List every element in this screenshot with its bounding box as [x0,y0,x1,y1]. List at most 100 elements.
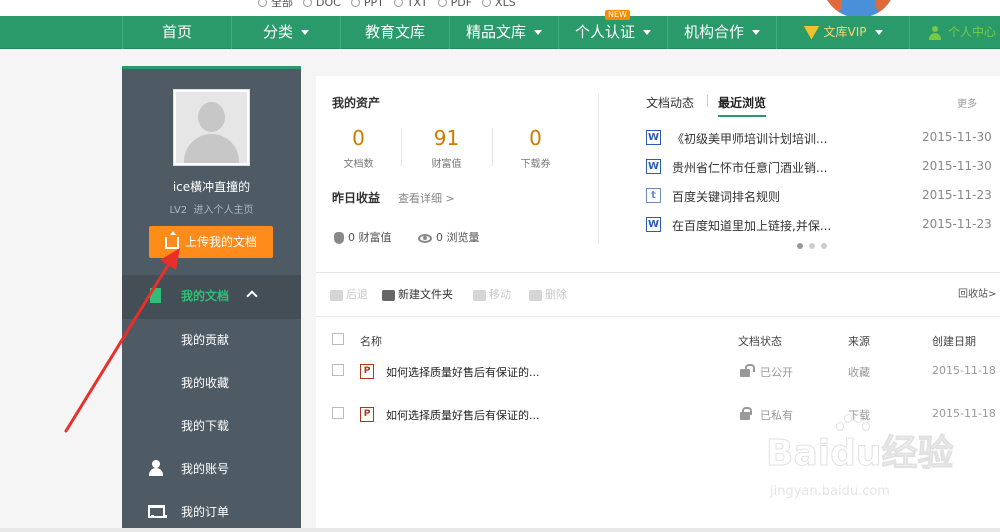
sidebar-item-downloads[interactable]: 我的下载 [181,417,229,434]
assets-title: 我的资产 [332,96,381,110]
col-header-status[interactable]: 文档状态 [738,333,782,349]
person-icon [148,460,164,476]
nav-education-label: 教育文库 [364,23,425,41]
delete-label: 删除 [545,288,567,301]
document-icon [150,288,161,303]
nav-user-center[interactable]: 个人中心 [909,16,1000,49]
recycle-bin-link[interactable]: 回收站> [958,285,996,300]
carousel-dot[interactable] [797,243,803,249]
table-row[interactable]: P 如何选择质量好售后有保证的... 已公开 收藏 2015-11-18 [316,363,1000,383]
nav-vip[interactable]: 文库VIP [776,16,909,49]
nav-certification-label: 个人认证 [574,23,635,41]
select-all-checkbox[interactable] [332,333,344,345]
recent-item-title[interactable]: 贵州省仁怀市任意门酒业销... [672,159,827,176]
file-name[interactable]: 如何选择质量好售后有保证的... [386,364,540,380]
divider [707,95,708,107]
new-folder-button[interactable]: 新建文件夹 [382,286,453,302]
new-folder-icon [382,289,395,301]
bottom-border [0,528,1000,532]
file-name[interactable]: 如何选择质量好售后有保证的... [386,407,540,423]
nav-education[interactable]: 教育文库 [340,16,449,49]
income-label: 浏览量 [446,231,480,244]
unlock-icon [740,364,755,377]
move-button[interactable]: 移动 [473,286,511,302]
nav-partnership[interactable]: 机构合作 [667,16,776,49]
recent-item-date: 2015-11-30 [922,159,992,173]
sidebar-item-favorites[interactable]: 我的收藏 [181,374,229,391]
user-level: LV2 进入个人主页 [122,201,301,216]
sidebar-item-contributions[interactable]: 我的贡献 [181,331,229,348]
nav-home[interactable]: 首页 [122,16,231,49]
recent-item-date: 2015-11-30 [922,130,992,144]
chevron-down-icon [643,30,651,35]
nav-category-label: 分类 [262,23,293,41]
stat-label: 文档数 [343,159,374,170]
sidebar-item-account[interactable]: 我的账号 [181,460,229,477]
ppt-file-icon: P [360,364,374,379]
radio-ppt[interactable]: PPT [350,0,384,10]
avatar[interactable] [173,89,250,166]
baidu-watermark: Baidu经验 jingyan.baidu.com [765,414,966,514]
radio-xls[interactable]: XLS [482,0,516,10]
stat-value: 0 [529,126,542,150]
stat-download-coupons[interactable]: 0 下载券 [493,127,578,170]
recent-item[interactable]: W 贵州省仁怀市任意门酒业销... 2015-11-30 [646,159,1000,177]
page: 全部 DOC PPT TXT PDF XLS 首页 分类 教育文库 精品文库 个… [0,0,1000,532]
carousel-dot[interactable] [809,243,815,249]
col-header-name[interactable]: 名称 [360,333,382,349]
radio-txt[interactable]: TXT [393,0,428,10]
more-link[interactable]: 更多 [957,95,977,110]
file-source: 收藏 [848,366,870,379]
income-label: 财富值 [358,231,392,244]
username[interactable]: ice橫冲直撞的 [122,178,301,195]
stat-label: 下载券 [520,159,551,170]
ppt-file-icon: P [360,407,374,422]
back-button[interactable]: 后退 [330,286,368,302]
nav-vip-label: 文库VIP [823,25,867,39]
level-badge: LV2 [169,205,188,216]
nav-certification[interactable]: 个人认证 [558,16,667,49]
divider [401,128,402,166]
col-header-source[interactable]: 来源 [848,333,870,349]
tab-doc-activity[interactable]: 文档动态 [646,94,694,111]
upload-icon [164,230,179,249]
stat-wealth[interactable]: 91 财富值 [404,127,489,170]
tab-recent-browse[interactable]: 最近浏览 [718,94,767,117]
recent-item[interactable]: t 百度关键词排名规则 2015-11-23 [646,188,1000,206]
stat-value: 0 [352,126,365,150]
word-doc-icon: W [646,130,661,145]
watermark-logo-text: Baidu经验 [765,433,954,475]
stat-label: 财富值 [431,159,462,170]
table-row[interactable]: P 如何选择质量好售后有保证的... 已私有 下载 2015-11-18 [316,406,1000,426]
sidebar: ice橫冲直撞的 LV2 进入个人主页 上传我的文档 我的文档 我的贡献 我的收… [122,66,301,532]
nav-premium[interactable]: 精品文库 [449,16,558,49]
income-title: 昨日收益 [332,191,381,205]
divider [598,94,599,244]
word-doc-icon: W [646,217,661,232]
recent-item-title[interactable]: 百度关键词排名规则 [672,188,780,205]
stat-doc-count[interactable]: 0 文档数 [316,127,401,170]
sidebar-section-my-docs[interactable]: 我的文档 [122,275,301,319]
recent-item-title[interactable]: 《初级美甲师培训计划培训... [672,130,827,147]
row-checkbox[interactable] [332,407,344,419]
doc-toolbar: 后退 新建文件夹 移动 删除 [330,286,1000,304]
recent-item-title[interactable]: 在百度知道里加上链接,并保... [672,217,831,234]
lock-icon [740,407,752,420]
carousel-dot[interactable] [821,243,827,249]
top-strip: 全部 DOC PPT TXT PDF XLS [0,0,1000,18]
row-checkbox[interactable] [332,364,344,376]
radio-doc[interactable]: DOC [303,0,341,10]
money-bag-icon [334,232,344,244]
radio-all[interactable]: 全部 [258,0,293,10]
recent-item[interactable]: W 在百度知道里加上链接,并保... 2015-11-23 [646,217,1000,235]
radio-pdf[interactable]: PDF [437,0,472,10]
profile-link[interactable]: 进入个人主页 [194,205,254,216]
nav-category[interactable]: 分类 [231,16,340,49]
nav-partnership-label: 机构合作 [683,23,744,41]
col-header-date[interactable]: 创建日期 [932,333,976,349]
income-details-link[interactable]: 查看详细 > [398,190,455,206]
upload-document-button[interactable]: 上传我的文档 [149,226,273,258]
recent-item[interactable]: W 《初级美甲师培训计划培训... 2015-11-30 [646,130,1000,148]
sidebar-item-orders[interactable]: 我的订单 [181,503,229,520]
delete-button[interactable]: 删除 [529,286,567,302]
